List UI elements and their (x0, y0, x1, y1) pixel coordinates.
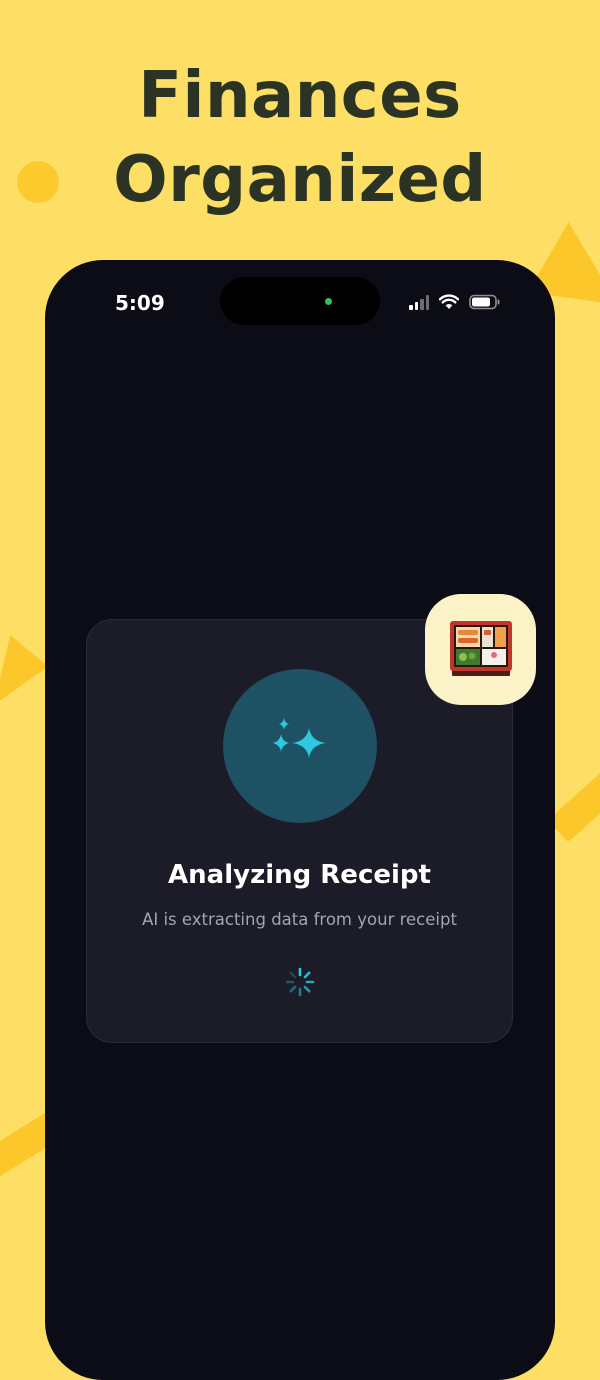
status-time: 5:09 (115, 291, 165, 315)
promo-headline: Finances Organized (0, 54, 600, 222)
dynamic-island (220, 277, 380, 325)
cellular-signal-icon (409, 294, 429, 310)
headline-line-1: Finances (138, 59, 462, 133)
card-title: Analyzing Receipt (168, 860, 431, 890)
food-category-badge (425, 594, 536, 705)
bento-box-icon (450, 621, 512, 676)
card-subtitle: AI is extracting data from your receipt (142, 910, 457, 929)
sparkles-icon (273, 718, 326, 758)
decorative-triangle (0, 635, 48, 705)
sparkle-badge (223, 669, 377, 823)
headline-line-2: Organized (113, 143, 487, 217)
battery-icon (469, 294, 500, 310)
decorative-bar (548, 766, 600, 843)
wifi-icon (439, 294, 459, 309)
loading-spinner-icon (285, 967, 315, 997)
status-icons (409, 292, 501, 312)
camera-indicator (325, 298, 332, 305)
